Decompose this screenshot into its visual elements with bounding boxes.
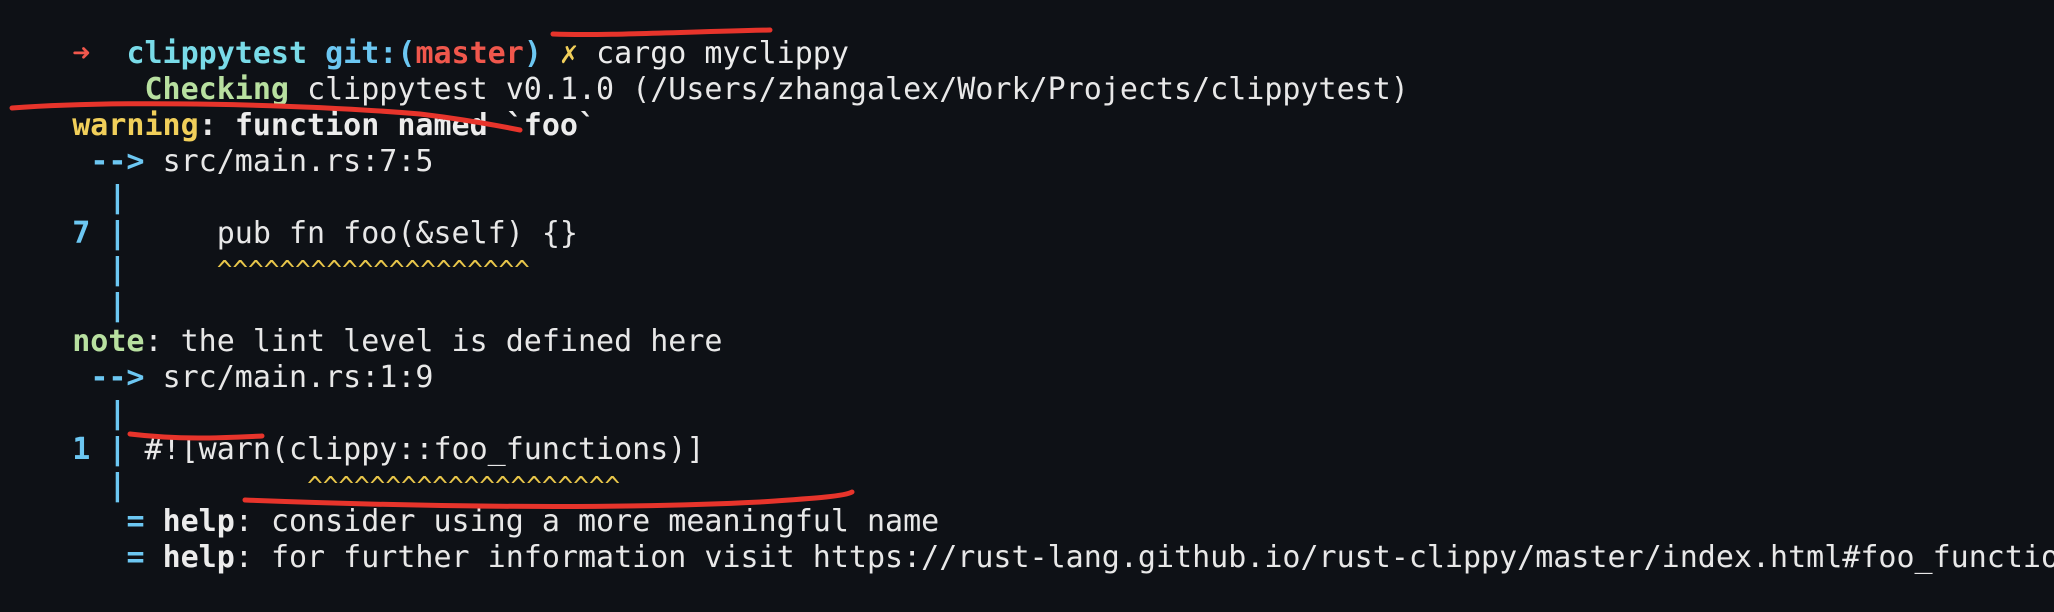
terminal-window[interactable]: ➜ clippytest git:(master) ✗ cargo myclip… bbox=[0, 0, 2054, 575]
help-line-1: = help: consider using a more meaningful… bbox=[0, 468, 939, 539]
warning-carets: ^^^^^^^^^^^^^^^^^^^^ bbox=[216, 256, 530, 286]
gutter-line: | bbox=[0, 360, 126, 431]
note-location-line: --> src/main.rs:1:9 bbox=[0, 324, 433, 395]
help-message[interactable]: for further information visit https://ru… bbox=[271, 540, 2054, 575]
gutter-line: | bbox=[0, 252, 126, 323]
checking-line: Checking clippytest v0.1.0 (/Users/zhang… bbox=[0, 36, 1409, 107]
note-code-line: 1 | #![warn(clippy::foo_functions)] bbox=[0, 396, 704, 467]
help-line-2: = help: for further information visit ht… bbox=[0, 504, 2054, 575]
warning-code-line: 7 | pub fn foo(&self) {} bbox=[0, 180, 578, 251]
help-colon: : bbox=[234, 540, 253, 575]
prompt-line: ➜ clippytest git:(master) ✗ cargo myclip… bbox=[0, 0, 849, 71]
warning-location-line: --> src/main.rs:7:5 bbox=[0, 108, 433, 179]
help-label: help bbox=[162, 540, 235, 575]
warning-location: src/main.rs:7:5 bbox=[162, 144, 434, 179]
note-caret-line: | ^^^^^^^^^^^^^^^^^^^^ bbox=[0, 432, 620, 503]
warning-caret-line: | ^^^^^^^^^^^^^^^^^^^^ bbox=[0, 216, 529, 287]
help-eq: = bbox=[126, 540, 145, 575]
gutter-line: | bbox=[0, 144, 126, 215]
note-header: note: the lint level is defined here bbox=[0, 288, 722, 359]
warning-header: warning: function named `foo` bbox=[0, 72, 596, 143]
note-location: src/main.rs:1:9 bbox=[162, 360, 434, 395]
